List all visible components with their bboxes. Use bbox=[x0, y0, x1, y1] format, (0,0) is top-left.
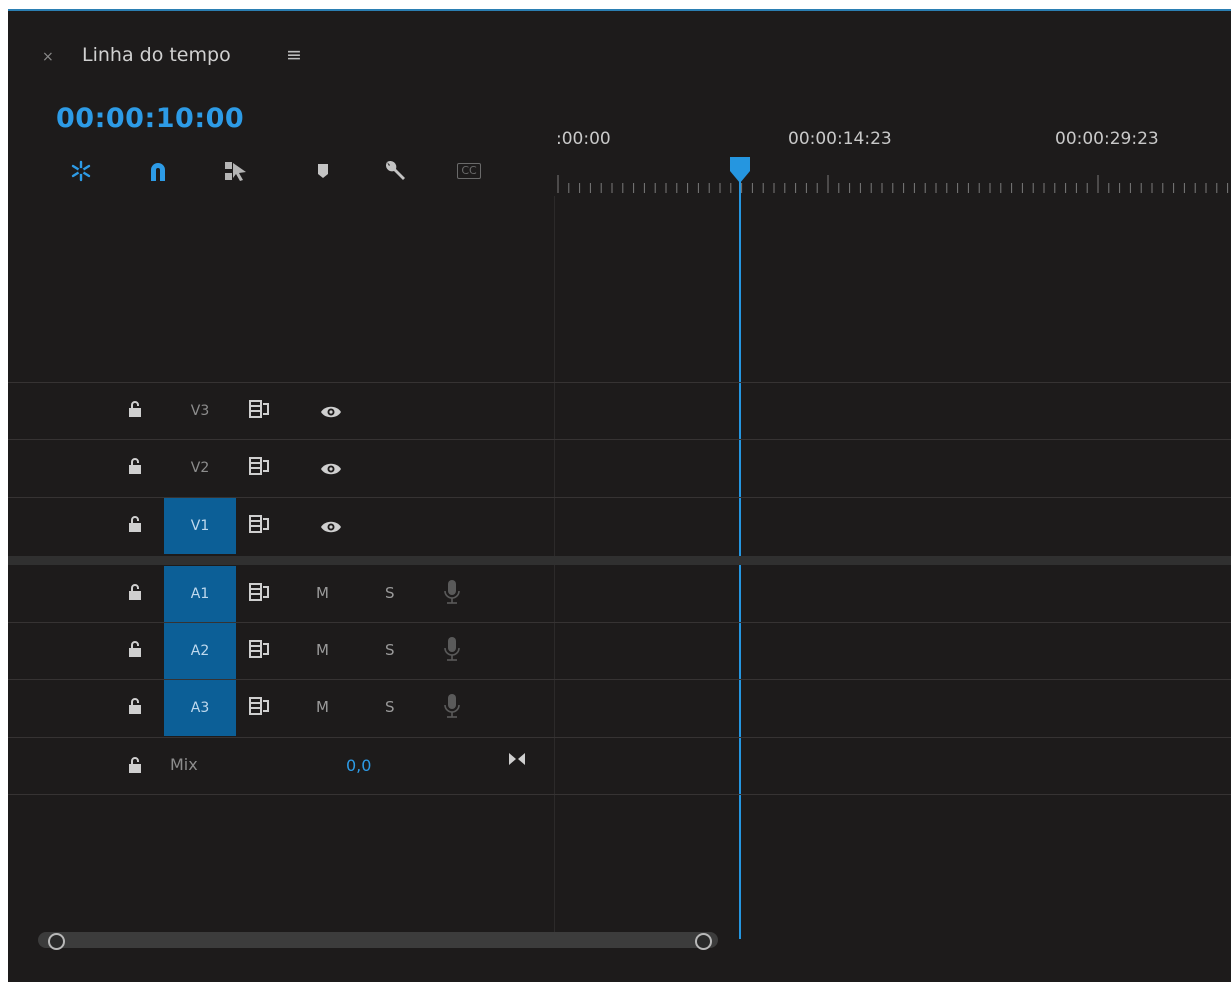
timeline-zoom-scrollbar[interactable] bbox=[38, 932, 718, 948]
mute-track-button[interactable]: M bbox=[316, 641, 329, 659]
sync-lock-icon[interactable] bbox=[249, 457, 271, 475]
mute-track-button[interactable]: M bbox=[316, 584, 329, 602]
timeline-settings-wrench-icon[interactable] bbox=[378, 157, 412, 185]
scrollbar-left-handle[interactable] bbox=[48, 933, 65, 950]
track-target-a2[interactable]: A2 bbox=[164, 623, 236, 679]
voiceover-record-mic-icon[interactable] bbox=[444, 693, 460, 719]
track-lock-icon[interactable] bbox=[128, 515, 142, 533]
timeline-panel: × Linha do tempo ≡ 00:00:10:00 CC :00:00… bbox=[8, 9, 1231, 982]
sync-lock-icon[interactable] bbox=[249, 640, 271, 658]
header-divider bbox=[554, 196, 555, 942]
track-lock-icon[interactable] bbox=[128, 400, 142, 418]
track-target-a3[interactable]: A3 bbox=[164, 680, 236, 736]
solo-track-button[interactable]: S bbox=[385, 698, 395, 716]
sync-lock-icon[interactable] bbox=[249, 583, 271, 601]
track-header-mix: Mix 0,0 bbox=[8, 739, 554, 795]
track-lock-icon[interactable] bbox=[128, 640, 142, 658]
solo-track-button[interactable]: S bbox=[385, 641, 395, 659]
sync-lock-icon[interactable] bbox=[249, 515, 271, 533]
scrollbar-right-handle[interactable] bbox=[695, 933, 712, 950]
panel-menu-icon[interactable]: ≡ bbox=[286, 44, 302, 66]
mix-track-label: Mix bbox=[170, 755, 198, 774]
time-ruler[interactable] bbox=[556, 173, 1231, 193]
panel-title: Linha do tempo bbox=[82, 44, 231, 66]
toggle-track-output-eye-icon[interactable] bbox=[320, 405, 342, 419]
insert-overwrite-sequences-icon[interactable] bbox=[64, 157, 98, 185]
track-target-v2[interactable]: V2 bbox=[164, 440, 236, 496]
captions-label: CC bbox=[457, 163, 481, 179]
track-lock-icon[interactable] bbox=[128, 457, 142, 475]
sync-lock-icon[interactable] bbox=[249, 697, 271, 715]
track-header-a1: A1 M S bbox=[8, 566, 554, 622]
track-header-a3: A3 M S bbox=[8, 680, 554, 736]
voiceover-record-mic-icon[interactable] bbox=[444, 579, 460, 605]
track-header-v3: V3 bbox=[8, 383, 554, 439]
track-lock-icon[interactable] bbox=[128, 756, 142, 774]
ruler-time-label: 00:00:14:23 bbox=[788, 129, 892, 149]
toggle-track-output-eye-icon[interactable] bbox=[320, 520, 342, 534]
ruler-time-label: 00:00:29:23 bbox=[1055, 129, 1159, 149]
track-target-v3[interactable]: V3 bbox=[164, 383, 236, 439]
video-audio-separator[interactable] bbox=[8, 556, 1231, 565]
track-header-a2: A2 M S bbox=[8, 623, 554, 679]
captions-icon[interactable]: CC bbox=[452, 157, 486, 185]
track-header-v1: V1 bbox=[8, 498, 554, 554]
playhead-handle[interactable] bbox=[728, 156, 752, 184]
track-divider bbox=[8, 737, 1231, 738]
toggle-track-output-eye-icon[interactable] bbox=[320, 462, 342, 476]
add-marker-icon[interactable] bbox=[306, 157, 340, 185]
solo-track-button[interactable]: S bbox=[385, 584, 395, 602]
mix-volume-value[interactable]: 0,0 bbox=[346, 756, 371, 775]
linked-selection-icon[interactable] bbox=[219, 157, 253, 185]
ruler-time-label: :00:00 bbox=[556, 129, 611, 149]
track-header-v2: V2 bbox=[8, 440, 554, 496]
track-target-a1[interactable]: A1 bbox=[164, 566, 236, 622]
track-target-v1[interactable]: V1 bbox=[164, 498, 236, 554]
playhead-timecode[interactable]: 00:00:10:00 bbox=[56, 103, 244, 134]
go-to-in-out-icon[interactable] bbox=[508, 751, 526, 767]
snap-magnet-icon[interactable] bbox=[141, 157, 175, 185]
track-lock-icon[interactable] bbox=[128, 583, 142, 601]
close-panel-button[interactable]: × bbox=[42, 49, 54, 65]
sync-lock-icon[interactable] bbox=[249, 400, 271, 418]
voiceover-record-mic-icon[interactable] bbox=[444, 636, 460, 662]
track-lock-icon[interactable] bbox=[128, 697, 142, 715]
mute-track-button[interactable]: M bbox=[316, 698, 329, 716]
